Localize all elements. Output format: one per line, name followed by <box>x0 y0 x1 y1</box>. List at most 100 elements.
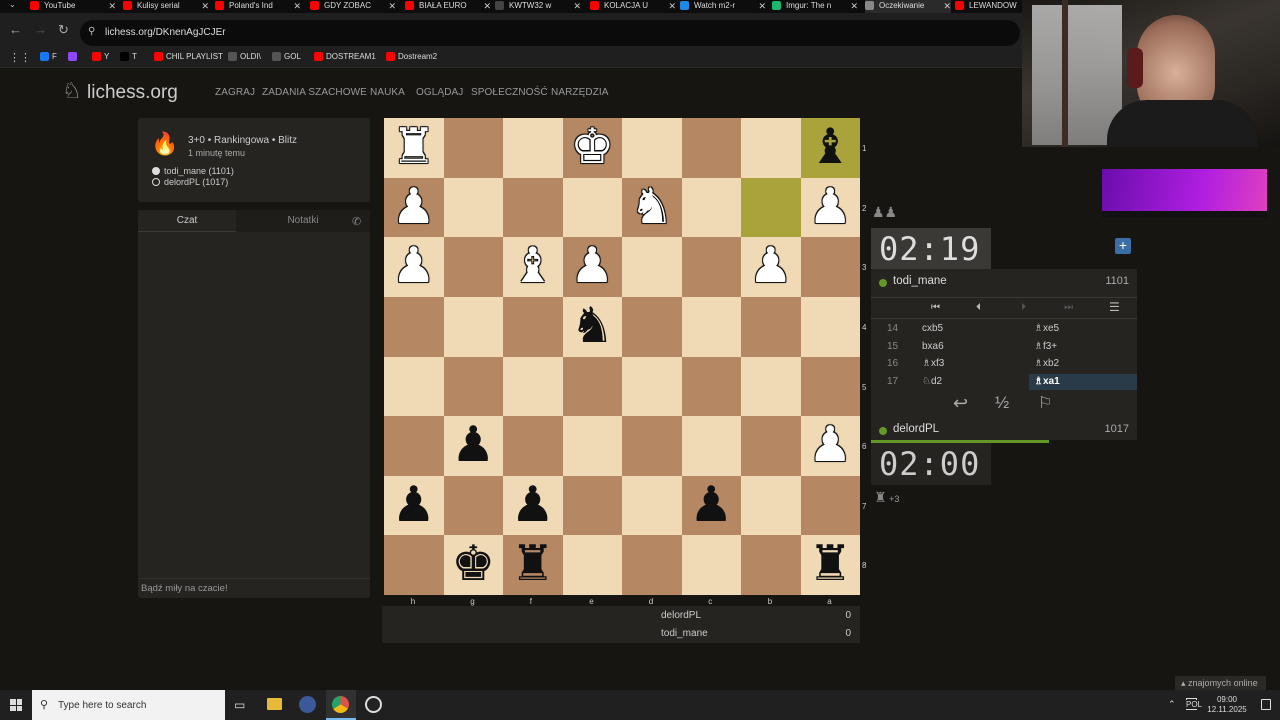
bookmark-item[interactable]: CHIL PLAYLIST <box>154 52 223 61</box>
bottom-player-name[interactable]: delordPL <box>893 423 939 435</box>
board-square[interactable] <box>443 177 503 238</box>
takeback-icon[interactable]: ↩ <box>953 393 968 414</box>
chess-piece[interactable]: ♟ <box>384 476 444 536</box>
bookmark-item[interactable]: GOL <box>272 52 301 61</box>
tab-menu-icon[interactable]: ⌄ <box>9 0 16 9</box>
board-square[interactable] <box>800 356 860 417</box>
resign-flag-icon[interactable]: ⚐ <box>1038 393 1052 413</box>
chess-piece[interactable]: ♟ <box>563 237 623 297</box>
nav-item[interactable]: OGLĄDAJ <box>416 87 463 98</box>
chess-board[interactable]: ♜ ♚ ♝ ♟ ♞ ♟ ♟ ♝ ♟ ♟ ♞ ♟ ♟ ♟ ♟ ♟ ♚ ♜ ♜ <box>384 118 860 595</box>
chess-piece[interactable]: ♚ <box>444 535 504 595</box>
board-square[interactable] <box>503 177 563 238</box>
board-square[interactable] <box>503 296 563 357</box>
reload-icon[interactable]: ↻ <box>58 22 69 38</box>
browser-tab[interactable]: GDY ZOBAC ✕ <box>310 0 396 13</box>
tab-close-icon[interactable]: ✕ <box>201 0 209 12</box>
taskbar-search[interactable]: ⚲ Type here to search <box>32 690 225 720</box>
notifications-icon[interactable] <box>1261 699 1271 710</box>
tab-close-icon[interactable]: ✕ <box>388 0 396 12</box>
board-square[interactable] <box>681 356 741 417</box>
browser-tab[interactable]: KOLACJA U ✕ <box>590 0 676 13</box>
board-square[interactable] <box>384 416 444 476</box>
board-square[interactable] <box>681 177 741 238</box>
nav-item[interactable]: NAUKA <box>370 87 405 98</box>
board-square[interactable] <box>622 296 682 357</box>
draw-offer-button[interactable]: ½ <box>995 393 1009 413</box>
first-move-icon[interactable]: ⏮ <box>931 302 940 313</box>
site-info-icon[interactable]: ⚲ <box>88 26 95 37</box>
lang-label[interactable]: POL <box>1186 700 1203 709</box>
move-white[interactable]: bxa6 <box>922 341 944 352</box>
board-square[interactable] <box>384 356 444 417</box>
top-player-name[interactable]: todi_mane <box>893 275 947 287</box>
task-view-icon[interactable]: ▭ <box>234 698 245 712</box>
browser-tab[interactable]: Poland's Ind ✕ <box>215 0 301 13</box>
board-square[interactable] <box>443 296 503 357</box>
player-white[interactable]: todi_mane (1101) <box>164 166 234 176</box>
tab-notes[interactable]: Notatki <box>236 210 370 232</box>
tray-chevron-icon[interactable]: ⌃ <box>1168 699 1176 710</box>
prev-move-icon[interactable]: ⏴ <box>976 302 981 313</box>
chess-piece[interactable]: ♟ <box>444 416 504 476</box>
back-icon[interactable]: ← <box>9 22 22 37</box>
bookmark-item[interactable]: Y <box>92 52 109 61</box>
move-black[interactable]: ♗xb2 <box>1029 356 1137 372</box>
board-square[interactable] <box>741 296 801 357</box>
board-square[interactable] <box>741 535 801 595</box>
board-square[interactable] <box>503 118 563 178</box>
board-square[interactable] <box>562 356 622 417</box>
tab-close-icon[interactable]: ✕ <box>573 0 581 12</box>
add-time-icon[interactable]: + <box>1115 238 1131 254</box>
chess-piece[interactable]: ♝ <box>503 237 563 297</box>
board-square[interactable] <box>681 118 741 178</box>
player-black[interactable]: delordPL (1017) <box>164 177 228 187</box>
bookmark-item[interactable]: T <box>120 52 137 61</box>
chess-piece[interactable]: ♟ <box>503 476 563 536</box>
tab-close-icon[interactable]: ✕ <box>668 0 676 12</box>
chess-piece[interactable]: ♟ <box>801 416 861 476</box>
move-white[interactable]: cxb5 <box>922 323 943 334</box>
board-square[interactable] <box>622 416 682 476</box>
board-square[interactable] <box>384 296 444 357</box>
phone-icon[interactable]: ✆ <box>352 215 361 228</box>
board-square[interactable] <box>741 177 801 238</box>
browser-tab[interactable]: KWTW32 w ✕ <box>495 0 581 13</box>
lichess-logo[interactable]: ♘ lichess.org <box>62 79 178 104</box>
board-square[interactable] <box>384 535 444 595</box>
board-square[interactable] <box>562 177 622 238</box>
file-explorer-icon[interactable] <box>267 698 282 710</box>
app-icon[interactable] <box>299 696 316 713</box>
board-square[interactable] <box>443 118 503 178</box>
clock-area[interactable]: 09:00 12.11.2025 <box>1206 695 1248 715</box>
board-square[interactable] <box>800 475 860 536</box>
board-square[interactable] <box>800 237 860 297</box>
tab-close-icon[interactable]: ✕ <box>293 0 301 12</box>
tab-close-icon[interactable]: ✕ <box>850 0 858 12</box>
tab-close-icon[interactable]: ✕ <box>108 0 116 12</box>
board-square[interactable] <box>622 475 682 536</box>
board-square[interactable] <box>443 237 503 297</box>
board-square[interactable] <box>503 416 563 476</box>
menu-icon[interactable]: ☰ <box>1109 300 1120 314</box>
chess-piece[interactable]: ♟ <box>682 476 742 536</box>
tab-close-icon[interactable]: ✕ <box>483 0 491 12</box>
chess-piece[interactable]: ♜ <box>801 535 861 595</box>
chat-input[interactable]: Bądź miły na czacie! <box>138 578 370 598</box>
next-move-icon[interactable]: ⏵ <box>1021 302 1026 313</box>
board-square[interactable] <box>622 356 682 417</box>
board-square[interactable] <box>741 475 801 536</box>
obs-icon[interactable] <box>365 696 382 713</box>
browser-tab[interactable]: LEWANDOW <box>955 0 1022 13</box>
nav-item[interactable]: ZAGRAJ <box>215 87 255 98</box>
browser-tab[interactable]: Kulisy serial ✕ <box>123 0 209 13</box>
board-square[interactable] <box>622 535 682 595</box>
chess-piece[interactable]: ♚ <box>563 118 623 178</box>
windows-start-icon[interactable] <box>10 699 22 711</box>
move-black[interactable]: ♗f3+ <box>1029 339 1137 355</box>
chess-piece[interactable]: ♝ <box>801 118 861 178</box>
board-square[interactable] <box>800 296 860 357</box>
chess-piece[interactable]: ♟ <box>741 237 801 297</box>
browser-tab[interactable]: Oczekiwanie ✕ <box>865 0 951 13</box>
chess-piece[interactable]: ♟ <box>801 178 861 238</box>
